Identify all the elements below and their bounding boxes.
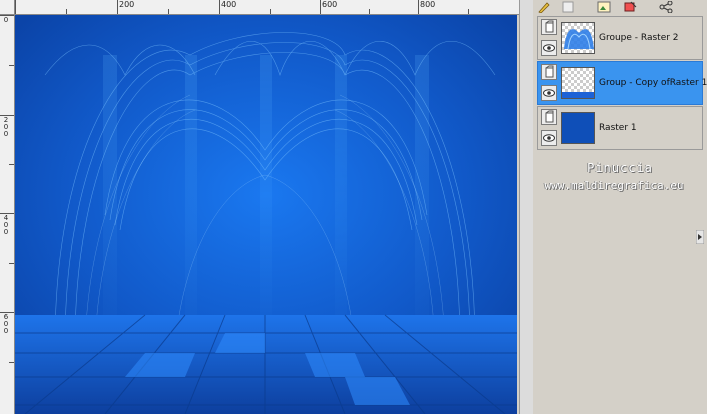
ruler-label-v400: 4 0 0 [3,214,9,236]
layers-panel: Groupe - Raster 2 Group - Copy ofRaster … [533,0,707,414]
eye-icon[interactable] [541,130,557,146]
image-icon[interactable] [597,0,611,13]
vertical-ruler: 0 2 0 0 4 0 0 6 0 0 [0,14,15,414]
layers-toolbar [533,0,707,14]
ruler-label-v600: 6 0 0 [3,313,9,335]
layer-icon[interactable] [561,0,575,13]
watermark-author: Pinuccia [587,161,653,175]
layer-name[interactable]: Raster 1 [599,107,637,149]
ruler-label-600: 600 [322,0,338,9]
expand-arrow-icon[interactable] [695,229,705,245]
layer-thumbnail [561,67,595,99]
ruler-label-800: 800 [420,0,436,9]
eye-icon[interactable] [541,85,557,101]
layer-thumbnail [561,112,595,144]
ruler-label-400: 400 [221,0,237,9]
brush-icon[interactable] [537,0,551,14]
image-canvas[interactable] [15,15,517,414]
eye-icon[interactable] [541,40,557,56]
ruler-label-200: 200 [119,0,135,9]
paint-icon[interactable] [623,0,637,12]
layer-thumbnail [561,22,595,54]
horizontal-ruler: 200 400 600 800 [0,0,519,15]
layer-row-raster-1[interactable]: Raster 1 [537,106,703,150]
layer-lock-icon[interactable] [541,19,557,35]
share-icon[interactable] [659,0,673,14]
layer-name[interactable]: Group - Copy ofRaster 1 [599,62,707,104]
watermark-url: www.maldiregrafica.eu [544,179,684,192]
layer-name[interactable]: Groupe - Raster 2 [599,17,679,59]
layer-lock-icon[interactable] [541,64,557,80]
canvas-artwork [15,15,517,414]
layer-lock-icon[interactable] [541,109,557,125]
ruler-label-0: 0 [3,16,9,24]
layer-row-groupe-raster-2[interactable]: Groupe - Raster 2 [537,16,703,60]
panel-gutter [519,0,534,414]
ruler-label-v200: 2 0 0 [3,116,9,138]
layer-row-group-copy-of-raster-1[interactable]: Group - Copy ofRaster 1 [537,61,707,105]
ruler-corner [0,0,15,15]
